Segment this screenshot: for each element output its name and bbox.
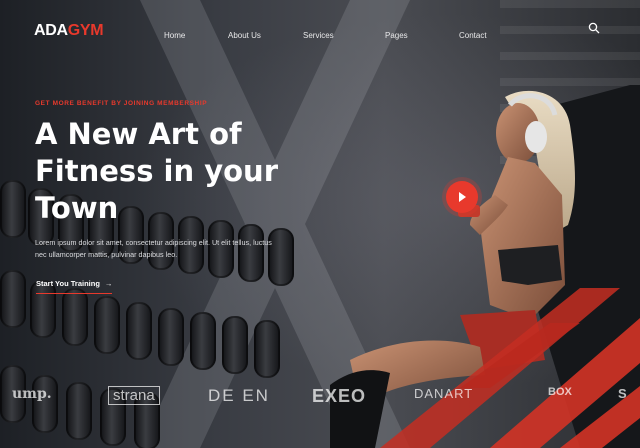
start-training-label: Start You Training [36, 279, 100, 288]
arrow-right-icon: → [104, 279, 113, 288]
partner-logo-ump: ump. [12, 386, 52, 402]
partner-logo-deen: DE EN [208, 386, 270, 405]
hero-description: Lorem ipsum dolor sit amet, consectetur … [35, 237, 325, 261]
decorative-red-stripes [380, 288, 640, 448]
hero-description-line-2: nec ullamcorper mattis, pulvinar dapibus… [35, 250, 178, 259]
partner-logo-box: BOX [548, 386, 572, 398]
nav-about-us[interactable]: About Us [228, 31, 261, 40]
nav-services[interactable]: Services [303, 31, 334, 40]
logo-text-part2: GYM [67, 22, 104, 39]
partner-logo-strana: strana [108, 386, 160, 405]
search-icon[interactable] [588, 22, 600, 34]
hero-title: A New Art of Fitness in your Town [35, 116, 325, 227]
play-icon [459, 192, 466, 202]
hero-eyebrow: GET MORE BENEFIT BY JOINING MEMBERSHIP [35, 100, 208, 107]
partner-logo-s: S [618, 386, 627, 401]
hero-title-line-1: A New Art of [35, 117, 242, 151]
hero-title-line-3: Town [35, 191, 119, 225]
partner-logos: ump. strana DE EN EXEO DANART BOX S [0, 380, 640, 416]
nav-contact[interactable]: Contact [459, 31, 487, 40]
nav-pages[interactable]: Pages [385, 31, 408, 40]
nav-home[interactable]: Home [164, 31, 185, 40]
hero-description-line-1: Lorem ipsum dolor sit amet, consectetur … [35, 238, 272, 247]
logo-text-part1: ADA [34, 22, 68, 39]
partner-logo-exeo: EXEO [312, 386, 367, 406]
play-video-button[interactable] [446, 181, 478, 213]
partner-logo-danart: DANART [414, 386, 474, 401]
start-training-button[interactable]: Start You Training → [36, 279, 113, 294]
hero-title-line-2: Fitness in your [35, 154, 279, 188]
top-navigation: ADAGYM Home About Us Services Pages Cont… [0, 0, 640, 70]
site-logo[interactable]: ADAGYM [34, 22, 104, 40]
